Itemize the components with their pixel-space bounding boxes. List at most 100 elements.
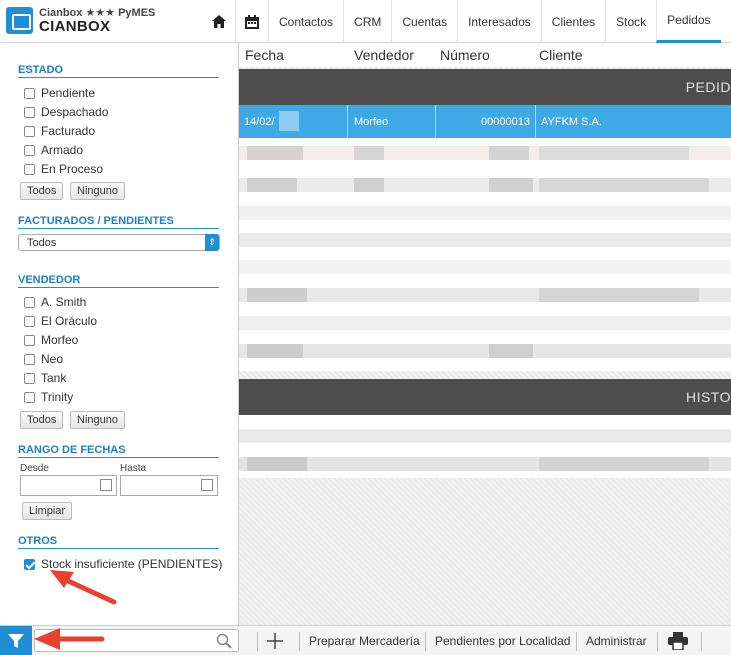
column-header[interactable]: Número <box>440 47 490 63</box>
checkbox-box[interactable] <box>24 125 35 137</box>
pendientes-localidad-button[interactable]: Pendientes por Localidad <box>435 626 570 655</box>
checkbox-label: Neo <box>41 352 64 366</box>
cell-fecha: 14/02/ <box>244 116 275 128</box>
vendedor-all-button[interactable]: Todos <box>20 411 64 429</box>
column-header[interactable]: Cliente <box>539 47 583 63</box>
nav-interesados[interactable]: Interesados <box>457 0 541 43</box>
nav-pedidos[interactable]: Pedidos <box>656 0 721 43</box>
checkbox-label: En Proceso <box>41 162 104 176</box>
table-row[interactable] <box>239 429 731 443</box>
redacted-cell <box>489 146 529 160</box>
desde-date-input[interactable] <box>20 475 117 496</box>
checkbox-tank[interactable]: Tank <box>24 370 66 386</box>
checkbox-box[interactable] <box>24 334 35 346</box>
checkbox-box[interactable] <box>24 353 35 365</box>
logo-icon <box>6 7 33 34</box>
checkbox-label: Trinity <box>41 390 74 404</box>
section-title-estado: ESTADO <box>18 64 64 76</box>
checkbox-el-oraculo[interactable]: El Oráculo <box>24 313 97 329</box>
section-title-otros: OTROS <box>18 535 58 547</box>
redacted-cell <box>539 288 699 302</box>
redacted-cell <box>354 146 384 160</box>
home-icon[interactable] <box>203 0 235 43</box>
administrar-button[interactable]: Administrar <box>586 626 647 655</box>
checkbox-box[interactable] <box>24 144 35 156</box>
column-divider <box>535 105 536 138</box>
hasta-date-input[interactable] <box>120 475 218 496</box>
checkbox-box[interactable] <box>24 372 35 384</box>
table-row[interactable] <box>239 316 731 330</box>
hasta-label: Hasta <box>120 463 147 474</box>
main-nav: Contactos CRM Cuentas Interesados Client… <box>203 0 721 43</box>
orders-table: Fecha Vendedor Número Cliente PEDID 14/0… <box>239 43 731 625</box>
checkbox-box[interactable] <box>24 315 35 327</box>
section-divider <box>18 457 219 458</box>
nav-contactos[interactable]: Contactos <box>268 0 343 43</box>
app-logo[interactable]: Cianbox ★★★ PyMES CIANBOX <box>6 5 232 37</box>
section-divider <box>18 287 219 288</box>
redacted-rows <box>239 415 731 478</box>
checkbox-neo[interactable]: Neo <box>24 351 63 367</box>
column-header[interactable]: Vendedor <box>354 47 414 63</box>
search-icon[interactable] <box>216 633 232 649</box>
checkbox-trinity[interactable]: Trinity <box>24 389 73 405</box>
nav-stock[interactable]: Stock <box>605 0 656 43</box>
vendedor-none-button[interactable]: Ninguno <box>70 411 125 429</box>
column-header[interactable]: Fecha <box>245 47 284 63</box>
nav-clientes[interactable]: Clientes <box>540 0 605 43</box>
redacted-cell <box>279 111 299 131</box>
table-row[interactable] <box>239 233 731 247</box>
facturados-select[interactable]: Todos ⇕ <box>18 234 220 251</box>
checkbox-label: Facturado <box>41 124 96 138</box>
table-row[interactable] <box>239 344 731 358</box>
calendar-icon[interactable] <box>235 0 268 43</box>
table-row[interactable] <box>239 260 731 274</box>
section-title-vendedor: VENDEDOR <box>18 274 81 286</box>
estado-all-button[interactable]: Todos <box>20 182 64 200</box>
annotation-arrow-icon <box>50 570 117 605</box>
checkbox-facturado[interactable]: Facturado <box>24 123 95 139</box>
group-band-label: HISTO <box>685 389 731 405</box>
table-row[interactable] <box>239 206 731 220</box>
toolbar-separator <box>701 632 702 651</box>
checkbox-a-smith[interactable]: A. Smith <box>24 294 86 310</box>
select-value: Todos <box>27 236 57 249</box>
nav-cuentas[interactable]: Cuentas <box>391 0 457 43</box>
checkbox-label: El Oráculo <box>41 314 98 328</box>
clear-dates-button[interactable]: Limpiar <box>22 502 73 520</box>
filter-sidebar: ESTADO Pendiente Despachado Facturado Ar… <box>0 43 239 625</box>
print-button[interactable] <box>668 626 688 655</box>
redacted-cell <box>489 178 533 192</box>
checkbox-despachado[interactable]: Despachado <box>24 104 108 120</box>
redacted-cell <box>247 288 307 302</box>
checkbox-box[interactable] <box>24 106 35 118</box>
add-button[interactable] <box>266 626 284 655</box>
checkbox-en-proceso[interactable]: En Proceso <box>24 161 103 177</box>
checkbox-armado[interactable]: Armado <box>24 142 83 158</box>
checkbox-label: A. Smith <box>41 295 87 309</box>
toolbar-separator <box>425 632 426 651</box>
redacted-cell <box>247 178 297 192</box>
checkbox-box[interactable] <box>24 163 35 175</box>
column-divider <box>347 105 348 138</box>
annotation-arrow-icon <box>34 628 105 650</box>
checkbox-pendiente[interactable]: Pendiente <box>24 85 95 101</box>
checkbox-box[interactable] <box>24 296 35 308</box>
preparar-mercaderia-button[interactable]: Preparar Mercadería <box>309 626 420 655</box>
group-band-label: PEDID <box>685 79 731 95</box>
nav-crm[interactable]: CRM <box>343 0 391 43</box>
checkbox-box-checked[interactable] <box>24 558 35 570</box>
checkbox-label: Tank <box>41 371 67 385</box>
checkbox-box[interactable] <box>24 87 35 99</box>
checkbox-morfeo[interactable]: Morfeo <box>24 332 78 348</box>
redacted-rows <box>239 138 731 371</box>
calendar-icon[interactable] <box>201 479 213 491</box>
checkbox-label: Morfeo <box>41 333 79 347</box>
estado-none-button[interactable]: Ninguno <box>70 182 125 200</box>
table-row-selected[interactable]: 14/02/ Morfeo 00000013 AYFKM S.A. <box>239 105 731 138</box>
calendar-icon[interactable] <box>100 479 112 491</box>
filter-toggle-button[interactable] <box>0 626 32 655</box>
redacted-cell <box>247 146 303 160</box>
bottom-toolbar: Preparar Mercadería Pendientes por Local… <box>0 625 731 655</box>
checkbox-box[interactable] <box>24 391 35 403</box>
